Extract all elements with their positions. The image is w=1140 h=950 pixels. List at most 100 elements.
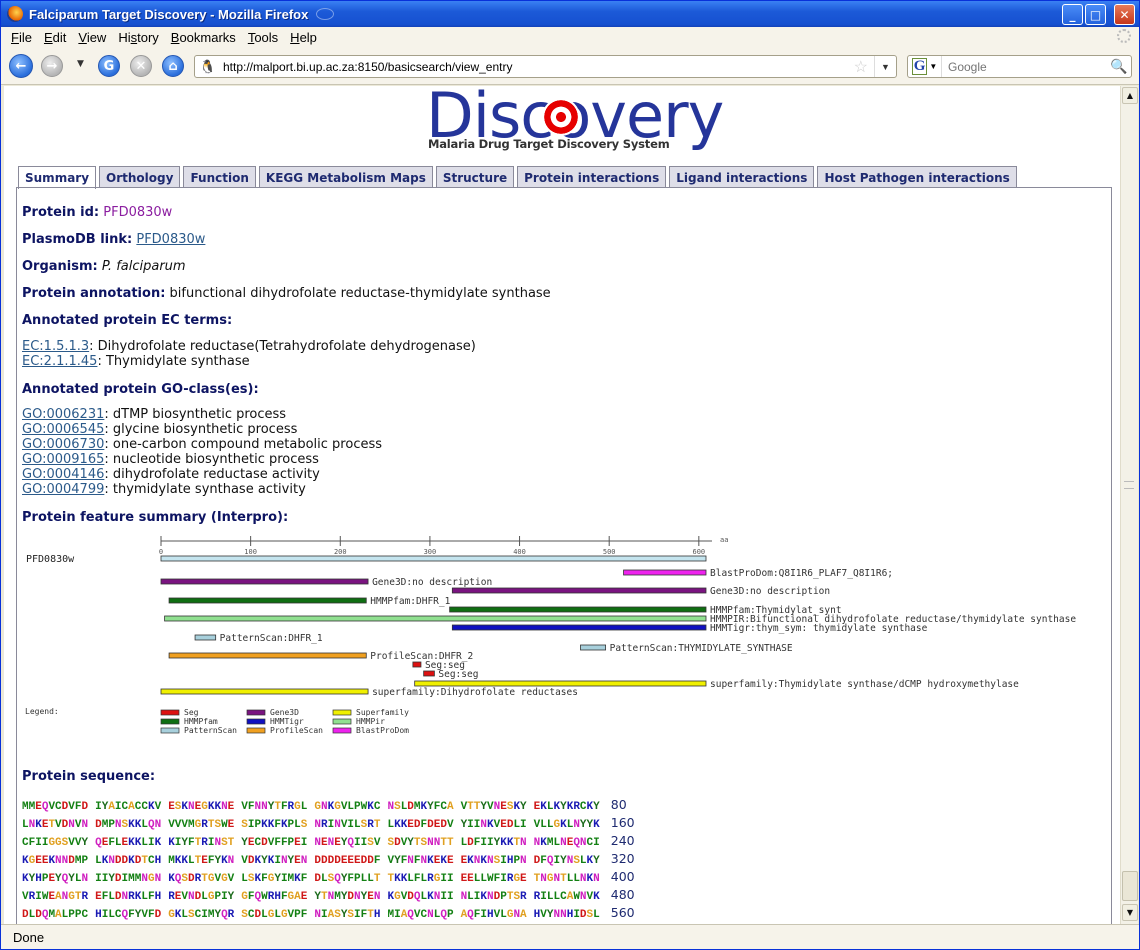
search-engine-selector[interactable]: G ▼ (908, 56, 942, 77)
tab-protein-interactions[interactable]: Protein interactions (517, 166, 667, 188)
ec-heading: Annotated protein EC terms: (22, 313, 233, 328)
forward-arrow-icon: → (46, 58, 58, 74)
minimize-button[interactable]: _ (1062, 4, 1083, 25)
close-button[interactable]: ✕ (1114, 4, 1135, 25)
sequence-block: NLIKNDPTSR (460, 891, 527, 903)
go-term-link[interactable]: GO:0006545 (22, 422, 104, 437)
ec-term-row: EC:2.1.1.45: Thymidylate synthase (22, 354, 476, 369)
scroll-down-button[interactable]: ▼ (1122, 904, 1138, 921)
legend-swatch-patternscan (160, 727, 180, 734)
legend-label-superfamily: Superfamily (356, 708, 409, 717)
sequence-block: RILLCAWNVK (533, 891, 600, 903)
feature-label: superfamily:Dihydrofolate reductases (372, 687, 578, 698)
url-text[interactable]: http://malport.bi.up.ac.za:8150/basicsea… (223, 60, 854, 74)
url-history-dropdown[interactable]: ▼ (874, 56, 896, 77)
sequence-block: NSLDMKYFCA (387, 801, 454, 813)
sequence-position-number: 80 (610, 797, 627, 812)
home-button[interactable]: ⌂ (162, 55, 184, 77)
sequence-block: HVYNNHIDSL (533, 909, 600, 921)
browser-window: Falciparum Target Discovery - Mozilla Fi… (0, 0, 1140, 950)
tab-bar: Summary Orthology Function KEGG Metabolism … (18, 166, 1017, 189)
tab-function[interactable]: Function (183, 166, 256, 188)
menu-help[interactable]: Help (284, 30, 323, 45)
tab-host-pathogen-interactions[interactable]: Host Pathogen interactions (817, 166, 1017, 188)
go-term-link[interactable]: GO:0009165 (22, 452, 104, 467)
legend-swatch-gene3d (246, 709, 266, 716)
vertical-scrollbar[interactable]: ▲ ▼ (1120, 86, 1138, 924)
go-heading: Annotated protein GO-class(es): (22, 382, 259, 397)
sequence-block: KIYFTRINST (168, 837, 235, 849)
sequence-position-number: 400 (610, 869, 635, 884)
axis-unit-label: aa (720, 536, 728, 544)
menu-file[interactable]: File (1, 30, 38, 45)
forward-button[interactable]: → (41, 55, 63, 77)
feature-label: Gene3D:no description (372, 577, 492, 588)
reload-icon: G (103, 58, 115, 74)
tab-ligand-interactions[interactable]: Ligand interactions (669, 166, 815, 188)
sequence-block: LNKETVDNVN (22, 819, 89, 831)
legend-label-seg: Seg (184, 708, 199, 717)
feature-label: HMMTigr:thym_sym: thymidylate synthase (710, 623, 928, 634)
scroll-up-button[interactable]: ▲ (1122, 87, 1138, 104)
go-term-row: GO:0009165: nucleotide biosynthetic proc… (22, 452, 382, 467)
sequence-line: CFIIGGSVVY QEFLEKKLIK KIYFTRINST YECDVFFPEI… (22, 833, 635, 851)
sequence-block: NIASYSIFTH (314, 909, 381, 921)
search-input[interactable] (942, 58, 1110, 75)
sequence-block: GKLSCIMYQR (168, 909, 235, 921)
feature-map: 0 100 200 300 400 500 600 aa PFD0830w BlastProDom… (18, 532, 1108, 742)
legend-label-profilescan: ProfileScan (270, 726, 323, 735)
reload-button[interactable]: G (98, 55, 120, 77)
go-term-link[interactable]: GO:0006231 (22, 407, 104, 422)
menu-edit[interactable]: Edit (38, 30, 72, 45)
go-term-row: GO:0006231: dTMP biosynthetic process (22, 407, 382, 422)
ec-term-link[interactable]: EC:2.1.1.45 (22, 354, 97, 369)
discovery-logo[interactable]: Discovery Malaria Drug Target Discovery … (424, 86, 724, 155)
feature-bar-profilescan (168, 652, 367, 659)
go-term-description: : one-carbon compound metabolic process (104, 437, 383, 452)
protein-id-label: Protein id: (22, 205, 100, 220)
tab-structure[interactable]: Structure (435, 166, 515, 188)
stop-button[interactable]: ✕ (130, 55, 152, 77)
sequence-block: IIYDIMMNGN (95, 873, 162, 885)
url-bar[interactable]: 🐧 http://malport.bi.up.ac.za:8150/basics… (194, 55, 897, 78)
back-button[interactable]: ← (9, 54, 33, 78)
navigation-toolbar: ← → ▼ G ✕ ⌂ 🐧 http://malport.bi.up.ac.za… (1, 47, 1139, 85)
sequence-block: GFQWRHFGAE (241, 891, 308, 903)
menu-history[interactable]: History (112, 30, 164, 45)
maximize-button[interactable]: □ (1085, 4, 1106, 25)
go-term-link[interactable]: GO:0006730 (22, 437, 104, 452)
feature-bar-seg (412, 661, 422, 668)
feature-label: PatternScan:THYMIDYLATE_SYNTHASE (610, 643, 793, 654)
menu-bookmarks[interactable]: Bookmarks (165, 30, 242, 45)
axis-tick-label: 300 (424, 548, 437, 556)
feature-bar-patternscan (194, 634, 217, 641)
history-dropdown-icon[interactable]: ▼ (77, 59, 84, 69)
search-magnifier-icon[interactable]: 🔍 (1110, 58, 1128, 76)
axis-tick-label: 600 (693, 548, 706, 556)
sequence-block: LDFIIYKKTN (460, 837, 527, 849)
feature-label: Gene3D:no description (710, 586, 830, 597)
axis-tick-label: 200 (334, 548, 347, 556)
go-term-link[interactable]: GO:0004146 (22, 467, 104, 482)
legend-swatch-hmmpir (332, 718, 352, 725)
scroll-thumb[interactable] (1122, 871, 1138, 901)
plasmodb-row: PlasmoDB link: PFD0830w (22, 232, 205, 247)
sequence-block: SIPKKFKPLS (241, 819, 308, 831)
tab-kegg-metabolism-maps[interactable]: KEGG Metabolism Maps (258, 166, 433, 188)
feature-bar-superfamily (160, 688, 369, 695)
page-content: Discovery Malaria Drug Target Discovery … (4, 86, 1120, 924)
menu-view[interactable]: View (72, 30, 112, 45)
sequence-block: GNKGVLPWKC (314, 801, 381, 813)
tab-summary[interactable]: Summary (18, 166, 97, 189)
sequence-block: KGEEKNNDMP (22, 855, 89, 867)
plasmodb-link[interactable]: PFD0830w (136, 232, 205, 247)
sequence-block: DFQIYNSLKY (533, 855, 600, 867)
sequence-position-number: 320 (610, 851, 635, 866)
menu-tools[interactable]: Tools (242, 30, 284, 45)
ec-term-link[interactable]: EC:1.5.1.3 (22, 339, 89, 354)
go-term-link[interactable]: GO:0004799 (22, 482, 104, 497)
firefox-icon (7, 6, 23, 22)
bookmark-star-icon[interactable]: ☆ (854, 57, 868, 77)
tab-orthology[interactable]: Orthology (99, 166, 181, 188)
legend-swatch-superfamily (332, 709, 352, 716)
